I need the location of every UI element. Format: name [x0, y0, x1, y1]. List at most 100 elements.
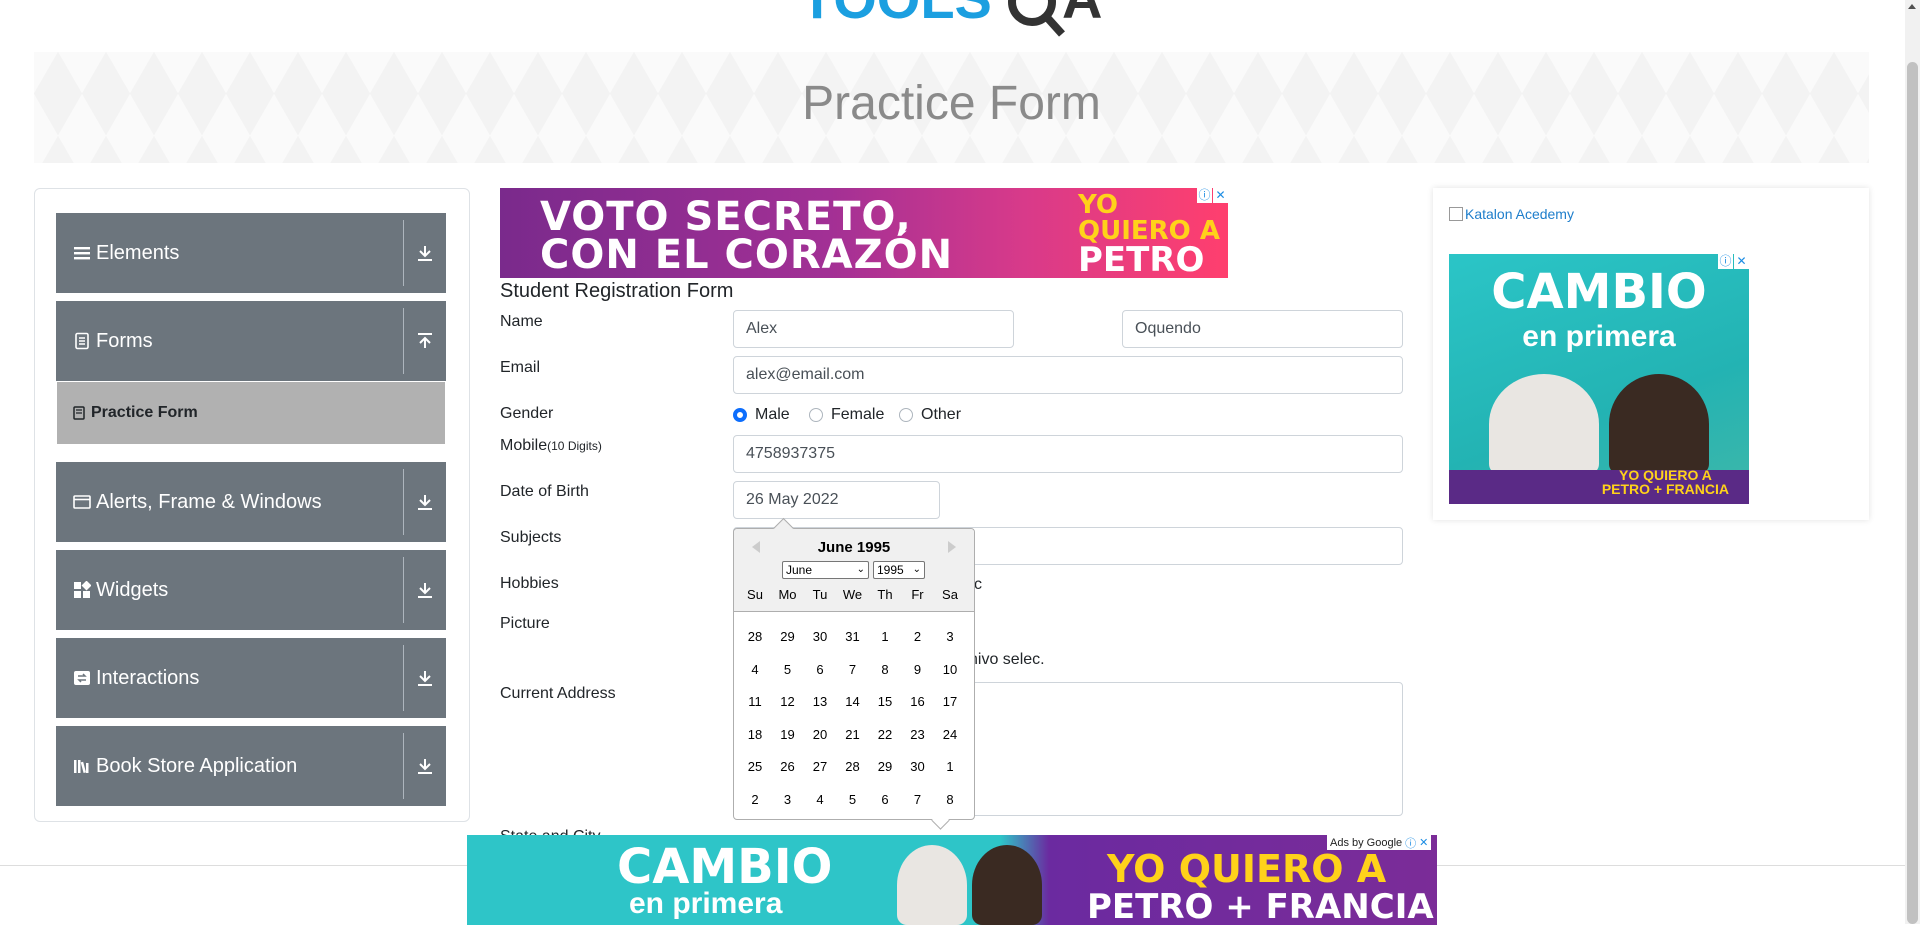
calendar-day[interactable]: 4	[739, 656, 771, 684]
calendar-day[interactable]: 4	[804, 786, 836, 814]
ad-banner-top[interactable]: VOTO SECRETO, CON EL CORAZÓN YO QUIERO A…	[500, 188, 1228, 278]
calendar-day[interactable]: 19	[772, 721, 804, 749]
sidebar-group-widgets[interactable]: Widgets	[56, 550, 446, 630]
calendar-day[interactable]: 14	[837, 688, 869, 716]
calendar-day[interactable]: 21	[837, 721, 869, 749]
upload-arrow-icon[interactable]	[413, 329, 437, 353]
sidebar-group-interactions[interactable]: Interactions	[56, 638, 446, 718]
calendar-day[interactable]: 20	[804, 721, 836, 749]
calendar-day[interactable]: 9	[902, 656, 934, 684]
ad-close-icon[interactable]: ✕	[1419, 836, 1428, 849]
calendar-day[interactable]: 27	[804, 753, 836, 781]
calendar-day[interactable]: 26	[772, 753, 804, 781]
radio-checked-icon[interactable]	[733, 408, 747, 422]
radio-unchecked-icon[interactable]	[899, 408, 913, 422]
calendar-day[interactable]: 18	[739, 721, 771, 749]
calendar-day[interactable]: 1	[869, 623, 901, 651]
calendar-day[interactable]: 13	[804, 688, 836, 716]
calendar-day[interactable]: 29	[772, 623, 804, 651]
ad-info-icon[interactable]: ⓘ	[1405, 835, 1416, 851]
calendar-day[interactable]: 24	[934, 721, 966, 749]
ad-image[interactable]: CAMBIO en primera YO QUIERO A PETRO + FR…	[1449, 254, 1749, 504]
year-select[interactable]: 1995 ⌄	[873, 561, 925, 579]
ad-text: en primera	[629, 887, 783, 920]
katalon-academy-link[interactable]: Katalon Acedemy	[1449, 206, 1574, 222]
sidebar-group-book-store-application[interactable]: Book Store Application	[56, 726, 446, 806]
calendar-day[interactable]: 23	[902, 721, 934, 749]
calendar-day[interactable]: 3	[772, 786, 804, 814]
calendar-day[interactable]: 7	[837, 656, 869, 684]
form-heading: Student Registration Form	[500, 280, 734, 302]
svg-text:A: A	[1062, 0, 1102, 30]
sidebar-group-label: Elements	[96, 242, 180, 264]
ad-banner-bottom[interactable]: CAMBIO en primera YO QUIERO A PETRO + FR…	[467, 835, 1437, 925]
ad-close-icon[interactable]: ✕	[1734, 254, 1749, 269]
calendar-day[interactable]: 11	[739, 688, 771, 716]
calendar-day[interactable]: 12	[772, 688, 804, 716]
sidebar-group-elements[interactable]: Elements	[56, 213, 446, 293]
calendar-day[interactable]: 25	[739, 753, 771, 781]
weekday-label: Th	[877, 587, 893, 602]
sidebar-item-practice-form[interactable]: Practice Form	[57, 382, 445, 444]
sidebar-group-label: Interactions	[96, 667, 200, 689]
calendar-day[interactable]: 30	[902, 753, 934, 781]
download-arrow-icon[interactable]	[413, 490, 437, 514]
month-select[interactable]: June ⌄	[782, 561, 869, 579]
calendar-day[interactable]: 5	[837, 786, 869, 814]
calendar-day[interactable]: 10	[934, 656, 966, 684]
calendar-day[interactable]: 30	[804, 623, 836, 651]
divider	[403, 557, 404, 623]
page-scrollbar[interactable]	[1905, 0, 1920, 924]
ad-close-icon[interactable]: ✕	[1213, 188, 1228, 203]
calendar-day[interactable]: 29	[869, 753, 901, 781]
calendar-day[interactable]: 3	[934, 623, 966, 651]
hobby-label-partial: c	[974, 576, 982, 593]
calendar-day[interactable]: 8	[869, 656, 901, 684]
gender-radio-other[interactable]: Other	[899, 405, 961, 425]
calendar-day[interactable]: 1	[934, 753, 966, 781]
dob-input[interactable]: 26 May 2022	[733, 481, 940, 519]
weekday-label: Fr	[911, 587, 924, 602]
sidebar-group-alerts-frame-windows[interactable]: Alerts, Frame & Windows	[56, 462, 446, 542]
calendar-day[interactable]: 16	[902, 688, 934, 716]
download-arrow-icon[interactable]	[413, 241, 437, 265]
toolsqa-logo[interactable]: TOOLS A	[800, 0, 1120, 42]
download-arrow-icon[interactable]	[413, 754, 437, 778]
calendar-day[interactable]: 6	[869, 786, 901, 814]
ads-by-google[interactable]: Ads by Google ⓘ ✕	[1327, 835, 1432, 851]
mobile-input[interactable]: 4758937375	[733, 435, 1403, 473]
calendar-day[interactable]: 7	[902, 786, 934, 814]
calendar-day[interactable]: 8	[934, 786, 966, 814]
calendar-day[interactable]: 22	[869, 721, 901, 749]
last-name-input[interactable]: Oquendo	[1122, 310, 1403, 348]
email-input[interactable]: alex@email.com	[733, 356, 1403, 394]
next-month-icon[interactable]	[948, 541, 956, 553]
scroll-up-arrow-icon[interactable]	[1908, 4, 1916, 9]
calendar-day[interactable]: 17	[934, 688, 966, 716]
page-banner: Practice Form	[34, 52, 1869, 163]
radio-unchecked-icon[interactable]	[809, 408, 823, 422]
ad-text: PETRO	[1078, 240, 1205, 278]
calendar-day[interactable]: 28	[837, 753, 869, 781]
calendar-day[interactable]: 15	[869, 688, 901, 716]
calendar-day[interactable]: 5	[772, 656, 804, 684]
sidebar-group-forms[interactable]: Forms	[56, 301, 446, 381]
calendar-day[interactable]: 31	[837, 623, 869, 651]
month-select-value: June	[786, 563, 813, 577]
calendar-day[interactable]: 6	[804, 656, 836, 684]
ad-info-icon[interactable]: ⓘ	[1718, 254, 1733, 269]
calendar-day[interactable]: 2	[902, 623, 934, 651]
download-arrow-icon[interactable]	[413, 666, 437, 690]
gender-radio-male[interactable]: Male	[733, 405, 790, 425]
sidebar-group-label: Forms	[96, 330, 153, 352]
ad-info-icon[interactable]: ⓘ	[1197, 188, 1212, 203]
first-name-input[interactable]: Alex	[733, 310, 1014, 348]
weekday-label: Sa	[942, 587, 958, 602]
gender-radio-female[interactable]: Female	[809, 405, 884, 425]
sidebar-group-label: Book Store Application	[96, 755, 298, 777]
calendar-day[interactable]: 28	[739, 623, 771, 651]
divider	[403, 308, 404, 374]
scrollbar-thumb[interactable]	[1907, 62, 1918, 924]
calendar-day[interactable]: 2	[739, 786, 771, 814]
download-arrow-icon[interactable]	[413, 578, 437, 602]
